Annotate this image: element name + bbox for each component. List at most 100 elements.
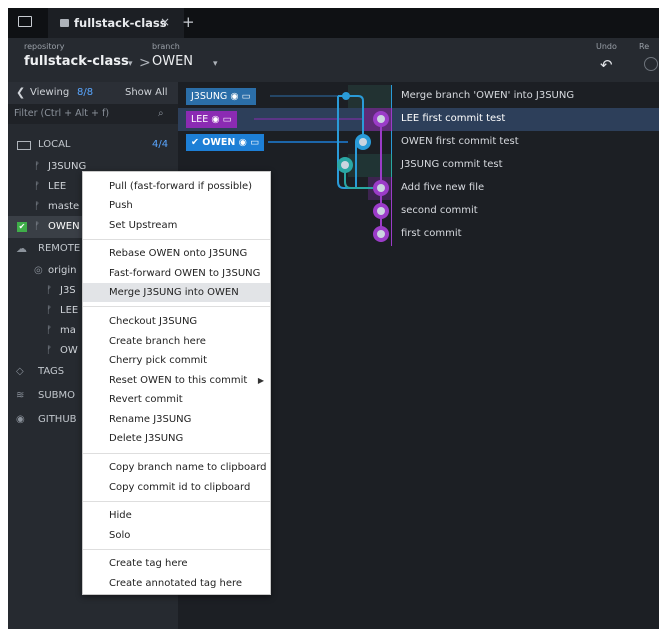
layers-icon: ≋: [16, 390, 25, 401]
close-icon[interactable]: ×: [160, 15, 170, 29]
branch-label: OWEN: [48, 221, 80, 232]
menu-item-checkout[interactable]: Checkout J3SUNG: [83, 312, 270, 331]
menu-separator: [83, 453, 270, 454]
branch-icon: ᚠ: [34, 201, 40, 212]
avatar-icon: [341, 161, 349, 169]
tag-icon: ◇: [16, 366, 24, 377]
undo-icon[interactable]: ↶: [600, 56, 613, 74]
avatar-icon: [377, 207, 385, 215]
branch-label: LEE: [60, 305, 79, 316]
repository-name[interactable]: fullstack-class: [24, 54, 129, 69]
menu-item-merge[interactable]: Merge J3SUNG into OWEN: [83, 283, 270, 302]
filter-row: Filter (Ctrl + Alt + f) ⌕: [8, 104, 178, 124]
cloud-icon: ☁: [16, 242, 27, 255]
menu-separator: [83, 549, 270, 550]
local-section-header[interactable]: LOCAL 4/4: [8, 134, 178, 156]
local-label: LOCAL: [38, 139, 71, 150]
commit-message: Add five new file: [401, 182, 485, 193]
viewing-row: ❮ Viewing 8/8 Show All: [8, 82, 178, 104]
repo-caret-icon[interactable]: ▾: [128, 59, 133, 69]
avatar-icon: [377, 184, 385, 192]
menu-item-create-branch[interactable]: Create branch here: [83, 332, 270, 351]
menu-separator: [83, 239, 270, 240]
github-label: GITHUB: [38, 414, 77, 425]
menu-item-create-tag[interactable]: Create tag here: [83, 554, 270, 573]
redo-label: Re: [639, 42, 650, 51]
chevron-left-icon[interactable]: ❮: [16, 82, 25, 104]
filter-input[interactable]: Filter (Ctrl + Alt + f): [14, 104, 109, 124]
local-count: 4/4: [152, 139, 169, 150]
branch-icon: ᚠ: [34, 221, 40, 232]
branch-label: branch: [152, 42, 180, 51]
branch-name[interactable]: OWEN: [152, 54, 193, 69]
separator-chevron-icon: >: [139, 55, 151, 71]
commit-message: J3SUNG commit test: [401, 159, 503, 170]
play-circle-icon: ◉: [16, 414, 25, 425]
menu-item-pull[interactable]: Pull (fast-forward if possible): [83, 177, 270, 196]
avatar-icon: [377, 230, 385, 238]
repo-tab-icon: [60, 19, 69, 27]
menu-item-copy-branch-name[interactable]: Copy branch name to clipboard: [83, 458, 270, 477]
menu-item-revert[interactable]: Revert commit: [83, 390, 270, 409]
context-menu: Pull (fast-forward if possible) Push Set…: [82, 171, 271, 595]
remote-label: REMOTE: [38, 243, 81, 254]
branch-label: J3SUNG: [48, 161, 87, 172]
menu-item-cherry-pick[interactable]: Cherry pick commit: [83, 351, 270, 370]
submodules-label: SUBMO: [38, 390, 76, 401]
github-icon: ◎: [34, 265, 43, 276]
branch-label: J3S: [60, 285, 76, 296]
menu-item-fast-forward[interactable]: Fast-forward OWEN to J3SUNG: [83, 264, 270, 283]
menu-item-set-upstream[interactable]: Set Upstream: [83, 216, 270, 235]
menu-item-copy-commit-id[interactable]: Copy commit id to clipboard: [83, 478, 270, 497]
new-tab-button[interactable]: +: [182, 13, 195, 31]
menu-item-solo[interactable]: Solo: [83, 526, 270, 545]
menu-item-delete[interactable]: Delete J3SUNG: [83, 429, 270, 448]
menu-item-hide[interactable]: Hide: [83, 506, 270, 525]
toolbar: repository fullstack-class ▾ > branch OW…: [8, 38, 659, 82]
branch-icon: ᚠ: [34, 161, 40, 172]
branch-icon: ᚠ: [46, 285, 52, 296]
merge-node[interactable]: [342, 92, 350, 100]
search-icon[interactable]: ⌕: [158, 104, 164, 124]
menu-item-rebase[interactable]: Rebase OWEN onto J3SUNG: [83, 244, 270, 263]
menu-item-reset[interactable]: Reset OWEN to this commit ▶: [83, 371, 270, 390]
commit-message: Merge branch 'OWEN' into J3SUNG: [401, 90, 575, 101]
viewing-label: Viewing: [30, 87, 70, 98]
redo-icon[interactable]: [644, 57, 658, 71]
branch-icon: ᚠ: [34, 181, 40, 192]
submenu-arrow-icon: ▶: [257, 376, 264, 385]
menu-item-push[interactable]: Push: [83, 196, 270, 215]
branch-label: ma: [60, 325, 76, 336]
branch-label: LEE: [48, 181, 67, 192]
branch-label: maste: [48, 201, 80, 212]
tags-label: TAGS: [38, 366, 65, 377]
show-all-button[interactable]: Show All: [125, 82, 168, 104]
checkbox-checked-icon: ✔: [17, 222, 27, 232]
commit-message: first commit: [401, 228, 462, 239]
avatar-icon: [377, 115, 385, 123]
tab-bar: fullstack-class × +: [8, 8, 659, 38]
menu-item-rename[interactable]: Rename J3SUNG: [83, 410, 270, 429]
branch-icon: ᚠ: [46, 325, 52, 336]
branch-label: OW: [60, 345, 78, 356]
gitkraken-window: fullstack-class × + repository fullstack…: [8, 8, 659, 629]
repository-label: repository: [24, 42, 65, 51]
avatar-icon: [359, 138, 367, 146]
menu-item-create-annotated-tag[interactable]: Create annotated tag here: [83, 574, 270, 593]
menu-separator: [83, 306, 270, 307]
origin-label: origin: [48, 265, 77, 276]
commit-message: second commit: [401, 205, 478, 216]
tab-fullstack-class[interactable]: fullstack-class ×: [48, 8, 184, 38]
branch-icon: ᚠ: [46, 345, 52, 356]
commit-message: OWEN first commit test: [401, 136, 519, 147]
folder-icon[interactable]: [18, 16, 32, 27]
branch-icon: ᚠ: [46, 305, 52, 316]
tab-title: fullstack-class: [74, 16, 167, 30]
branch-caret-icon[interactable]: ▾: [213, 59, 218, 69]
menu-separator: [83, 501, 270, 502]
commit-message: LEE first commit test: [401, 113, 506, 124]
viewing-count: 8/8: [77, 87, 94, 98]
undo-label: Undo: [596, 42, 617, 51]
menu-item-label: Reset OWEN to this commit: [109, 375, 248, 386]
laptop-icon: [17, 141, 31, 150]
